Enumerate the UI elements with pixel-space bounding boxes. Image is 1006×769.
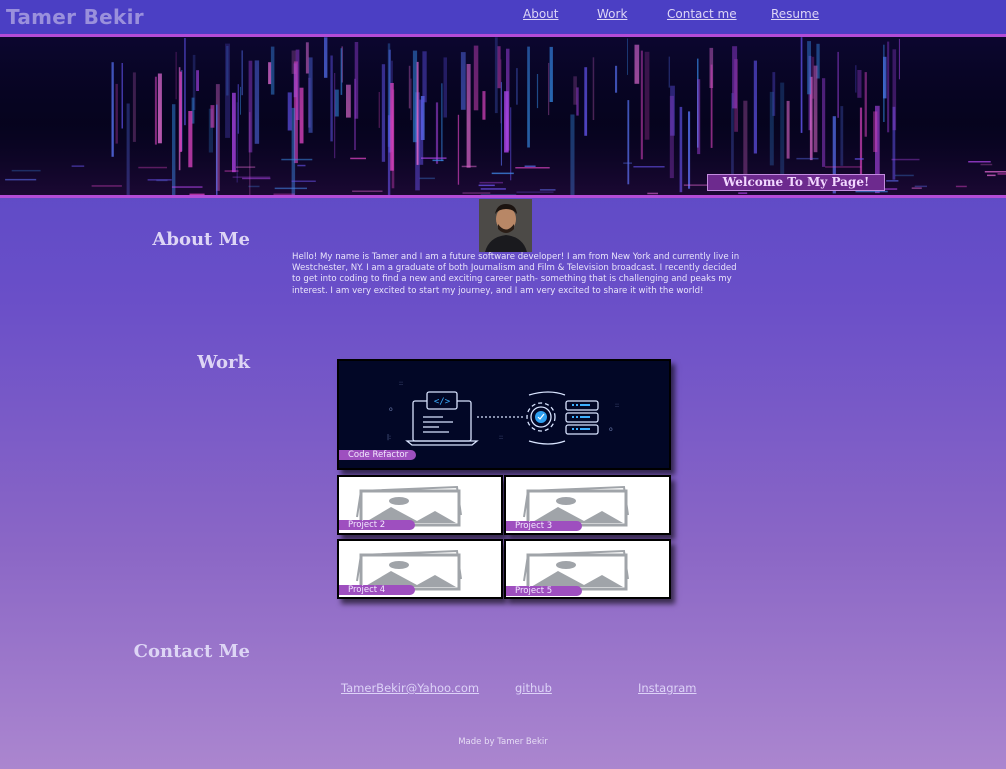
site-brand[interactable]: Tamer Bekir	[6, 5, 144, 29]
project-card-3[interactable]: Project 3	[504, 475, 671, 535]
nav-link-resume[interactable]: Resume	[771, 7, 819, 21]
contact-instagram-link[interactable]: Instagram	[638, 681, 697, 695]
contact-email-link[interactable]: TamerBekir@Yahoo.com	[341, 681, 479, 695]
svg-text:</>: </>	[434, 397, 451, 407]
about-paragraph: Hello! My name is Tamer and I am a futur…	[292, 252, 740, 296]
project-card-2[interactable]: Project 2	[337, 475, 503, 535]
project-label: Code Refactor	[339, 450, 416, 460]
welcome-banner: Welcome To My Page!	[707, 174, 885, 191]
project-label: Project 4	[339, 585, 415, 595]
project-card-4[interactable]: Project 4	[337, 539, 503, 599]
project-card-code-refactor[interactable]: </> :: o|: :: o:: Code Refactor	[337, 359, 671, 470]
hero-banner: Welcome To My Page!	[0, 37, 1006, 198]
svg-text:o: o	[609, 426, 613, 433]
nav-link-about[interactable]: About	[523, 7, 558, 21]
svg-text:::: ::	[399, 380, 403, 387]
site-footer: Made by Tamer Bekir	[458, 737, 548, 747]
contact-github-link[interactable]: github	[515, 681, 552, 695]
svg-text:::: ::	[499, 434, 503, 441]
profile-photo	[479, 199, 532, 252]
nav-link-contact[interactable]: Contact me	[667, 7, 737, 21]
contact-section-title: Contact Me	[133, 641, 250, 662]
project-label: Project 3	[506, 521, 582, 531]
site-header: Tamer Bekir About Work Contact me Resume	[0, 0, 1006, 37]
project-label: Project 5	[506, 586, 582, 596]
hero-light-streaks-image	[0, 37, 1006, 195]
work-section-title: Work	[197, 352, 250, 373]
svg-text:o: o	[389, 406, 393, 413]
project-label: Project 2	[339, 520, 415, 530]
project-card-5[interactable]: Project 5	[504, 539, 671, 599]
svg-text:::: ::	[615, 402, 619, 409]
svg-text:|:: |:	[387, 434, 391, 441]
nav-link-work[interactable]: Work	[597, 7, 627, 21]
about-section-title: About Me	[152, 229, 250, 250]
